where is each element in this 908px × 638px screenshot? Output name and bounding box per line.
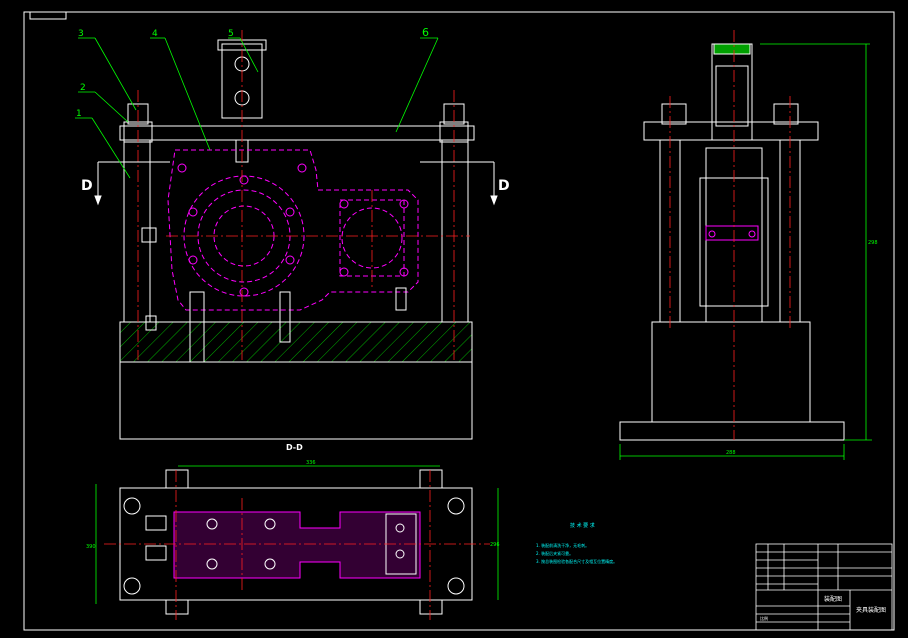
note-1: 1. 装配前清洗干净，无毛刺。: [536, 542, 589, 548]
drawing-frame: [23, 11, 895, 631]
dim-side-base: 288: [726, 450, 736, 456]
title-block-scale-label: 比例: [760, 615, 768, 621]
base-hatch: [119, 321, 473, 363]
notes-title: 技 术 要 求: [570, 522, 595, 529]
top-view-workpiece: [173, 511, 421, 579]
side-centerlines: [669, 30, 791, 440]
title-block: [755, 543, 893, 631]
callout-2: 2: [80, 83, 86, 93]
side-view: [619, 43, 845, 441]
callout-3: 3: [78, 29, 84, 39]
callout-5: 5: [228, 29, 234, 39]
dim-side-height: 298: [868, 240, 878, 246]
title-block-drawing-name: 夹具装配图: [856, 606, 886, 614]
workpiece-housing: [167, 149, 419, 311]
clamp-plate: [119, 125, 475, 141]
title-block-material: 装配图: [824, 595, 842, 603]
cad-drawing-canvas: D D D-D 3 2 1 4 5 6 298 288 336 390 296 …: [23, 11, 895, 631]
dim-top-width: 336: [306, 460, 316, 466]
dim-left-height: 390: [86, 544, 96, 550]
section-marker-right: D: [498, 178, 510, 194]
dim-right-height: 296: [490, 542, 500, 548]
section-view-label: D-D: [286, 443, 303, 452]
note-3: 3. 按总装图检验各配合尺寸及相互位置精度。: [536, 558, 617, 564]
callout-4: 4: [152, 29, 158, 39]
callout-6: 6: [422, 26, 429, 39]
note-2: 2. 装配后夹紧可靠。: [536, 550, 573, 556]
front-view: D D D-D 3 2 1 4 5 6: [75, 26, 510, 452]
callout-1: 1: [76, 109, 82, 119]
section-marker-left: D: [81, 178, 93, 194]
section-cut-markers: [94, 161, 498, 206]
callout-leaders: [75, 37, 439, 179]
side-dimensions: [619, 43, 872, 460]
